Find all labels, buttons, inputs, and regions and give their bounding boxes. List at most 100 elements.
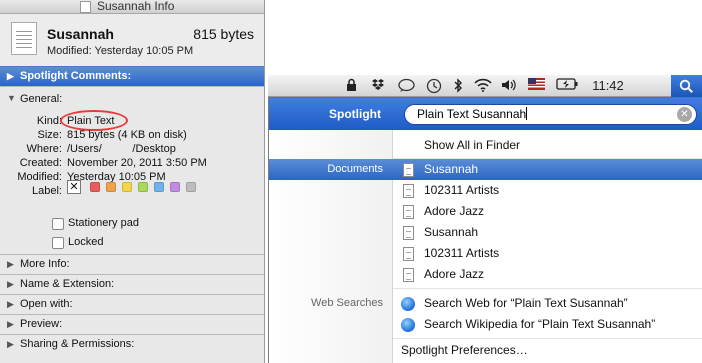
window-title: Susannah Info [97, 0, 175, 13]
result-item[interactable]: Susannah [393, 222, 702, 243]
file-icon [11, 22, 37, 55]
section-preview[interactable]: ▶ Preview: [0, 314, 264, 334]
divider [393, 338, 702, 339]
section-name-extension[interactable]: ▶ Name & Extension: [0, 274, 264, 294]
row-kind: Kind: Plain Text [0, 114, 264, 128]
row-value: /Users/ /Desktop [67, 143, 176, 155]
result-label: Adore Jazz [424, 204, 485, 218]
section-label: More Info: [20, 258, 70, 270]
row-key: Size: [37, 129, 62, 141]
row-size: Size: 815 bytes (4 KB on disk) [0, 128, 264, 142]
text-document-icon [403, 163, 414, 177]
row-value: November 20, 2011 3:50 PM [67, 157, 207, 169]
stationery-pad-label: Stationery pad [68, 217, 139, 229]
row-value: Plain Text [67, 115, 115, 127]
show-all-in-finder[interactable]: Show All in Finder [393, 135, 702, 156]
label-none-button[interactable]: ✕ [67, 180, 81, 194]
globe-icon [401, 318, 415, 332]
time-machine-icon[interactable] [426, 78, 442, 94]
battery-icon[interactable] [556, 78, 578, 94]
wikipedia-search-item[interactable]: Search Wikipedia for “Plain Text Susanna… [393, 314, 702, 335]
locked-checkbox[interactable] [52, 237, 64, 249]
web-search-item[interactable]: Search Web for “Plain Text Susannah” [393, 293, 702, 314]
section-open-with[interactable]: ▶ Open with: [0, 294, 264, 314]
messages-icon[interactable] [398, 78, 415, 94]
row-key: Kind: [36, 115, 62, 127]
query-text: Plain Text Susannah [417, 107, 527, 121]
section-label: Preview: [20, 318, 63, 330]
result-item[interactable]: Susannah [393, 159, 702, 180]
row-created: Created: November 20, 2011 3:50 PM [0, 156, 264, 170]
section-spotlight-comments[interactable]: ▶ Spotlight Comments: [0, 66, 264, 86]
spotlight-label: Spotlight [329, 107, 381, 121]
disclosure-triangle-icon[interactable]: ▶ [7, 295, 14, 314]
section-label: Name & Extension: [20, 278, 115, 290]
section-sharing-permissions[interactable]: ▶ Sharing & Permissions: [0, 334, 264, 354]
lock-icon[interactable] [346, 78, 357, 94]
text-caret [526, 107, 528, 120]
row-modified: Modified: Yesterday 10:05 PM [0, 170, 264, 184]
info-window: Susannah Info Susannah 815 bytes Modifie… [0, 0, 265, 363]
row-where: Where: /Users/ /Desktop [0, 142, 264, 156]
result-item[interactable]: 102311 Artists [393, 180, 702, 201]
section-label: General: [20, 93, 63, 105]
stationery-pad-checkbox[interactable] [52, 218, 64, 230]
disclosure-triangle-open-icon[interactable]: ▼ [7, 93, 16, 103]
result-label: Adore Jazz [424, 267, 485, 281]
row-label: Label: [0, 184, 264, 198]
row-key: Label: [32, 185, 62, 197]
wifi-icon[interactable] [474, 78, 492, 94]
spotlight-panel: Spotlight Plain Text Susannah ✕ Show All… [268, 98, 702, 363]
info-titlebar[interactable]: Susannah Info [0, 0, 264, 14]
divider [393, 288, 702, 289]
label-color-swatch[interactable] [170, 182, 180, 192]
file-size: 815 bytes [193, 26, 254, 42]
file-modified: Modified: Yesterday 10:05 PM [47, 45, 194, 57]
clear-search-icon[interactable]: ✕ [677, 107, 692, 122]
bluetooth-icon[interactable] [453, 78, 463, 94]
spotlight-menu-button[interactable] [671, 75, 702, 97]
menu-bar: 11:42 [268, 75, 702, 97]
disclosure-triangle-icon[interactable]: ▶ [7, 315, 14, 334]
us-flag-input-icon[interactable] [528, 78, 545, 94]
spotlight-preferences[interactable]: Spotlight Preferences… [393, 340, 702, 361]
spotlight-header: Spotlight Plain Text Susannah ✕ [269, 98, 702, 130]
disclosure-triangle-icon[interactable]: ▶ [7, 67, 14, 86]
disclosure-triangle-icon[interactable]: ▶ [7, 255, 14, 274]
row-key: Modified: [17, 171, 62, 183]
menu-clock[interactable]: 11:42 [584, 78, 632, 94]
locked-label: Locked [68, 236, 104, 248]
result-label: 102311 Artists [424, 246, 500, 260]
text-document-icon [403, 226, 414, 240]
section-more-info[interactable]: ▶ More Info: [0, 254, 264, 274]
text-document-icon [403, 268, 414, 282]
text-document-icon [403, 205, 414, 219]
file-name: Susannah [47, 26, 114, 42]
dropbox-icon[interactable] [372, 78, 384, 94]
label-color-swatch[interactable] [154, 182, 164, 192]
label-color-swatch[interactable] [106, 182, 116, 192]
result-label: Susannah [424, 225, 479, 239]
spotlight-search-input[interactable]: Plain Text Susannah [404, 104, 697, 125]
section-label: Sharing & Permissions: [20, 338, 135, 350]
result-label: Susannah [424, 162, 479, 176]
label-color-swatch[interactable] [122, 182, 132, 192]
row-value: Yesterday 10:05 PM [67, 171, 166, 183]
result-item[interactable]: Adore Jazz [393, 201, 702, 222]
volume-icon[interactable] [501, 78, 517, 94]
label-color-swatch[interactable] [186, 182, 196, 192]
row-key: Created: [19, 157, 62, 169]
preferences-label: Spotlight Preferences… [401, 343, 528, 357]
result-item[interactable]: Adore Jazz [393, 264, 702, 285]
globe-icon [401, 297, 415, 311]
label-color-swatch[interactable] [90, 182, 100, 192]
label-color-swatch[interactable] [138, 182, 148, 192]
section-general: ▼ General: Kind: Plain Text Size: 815 by… [0, 86, 264, 254]
disclosure-triangle-icon[interactable]: ▶ [7, 335, 14, 354]
result-item[interactable]: 102311 Artists [393, 243, 702, 264]
info-header: Susannah 815 bytes Modified: Yesterday 1… [0, 14, 264, 66]
document-icon [80, 1, 91, 13]
disclosure-triangle-icon[interactable]: ▶ [7, 275, 14, 294]
wikipedia-search-label: Search Wikipedia for “Plain Text Susanna… [424, 317, 656, 331]
row-key: Where: [26, 143, 62, 155]
